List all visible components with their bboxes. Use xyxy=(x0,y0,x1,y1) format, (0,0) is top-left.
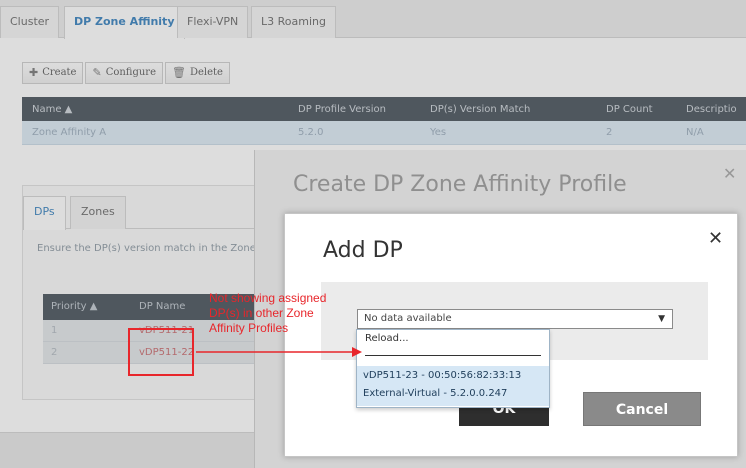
reload-link[interactable]: Reload... xyxy=(365,333,409,344)
option-dp-name: vDP511-23 - 00:50:56:82:33:13 xyxy=(363,370,522,381)
cancel-button[interactable]: Cancel xyxy=(583,392,701,426)
annotation-text: Not showing assigned DP(s) in other Zone… xyxy=(209,291,359,336)
option-dp-version: External-Virtual - 5.2.0.0.247 xyxy=(363,388,508,399)
dp-select-value: No data available xyxy=(364,313,452,324)
dp-dropdown-list: Reload... vDP511-23 - 00:50:56:82:33:13 … xyxy=(356,329,550,408)
annotation-line: DP(s) in other Zone xyxy=(209,306,314,320)
dropdown-option[interactable]: vDP511-23 - 00:50:56:82:33:13 External-V… xyxy=(357,366,549,406)
close-icon[interactable]: ✕ xyxy=(708,228,723,249)
add-dp-title: Add DP xyxy=(323,238,403,263)
dp-select[interactable]: No data available ▼ xyxy=(357,309,673,329)
dropdown-divider xyxy=(365,355,541,356)
annotation-line: Affinity Profiles xyxy=(209,321,289,335)
highlight-box xyxy=(128,328,194,376)
annotation-line: Not showing assigned xyxy=(209,291,327,305)
caret-down-icon: ▼ xyxy=(658,314,665,324)
